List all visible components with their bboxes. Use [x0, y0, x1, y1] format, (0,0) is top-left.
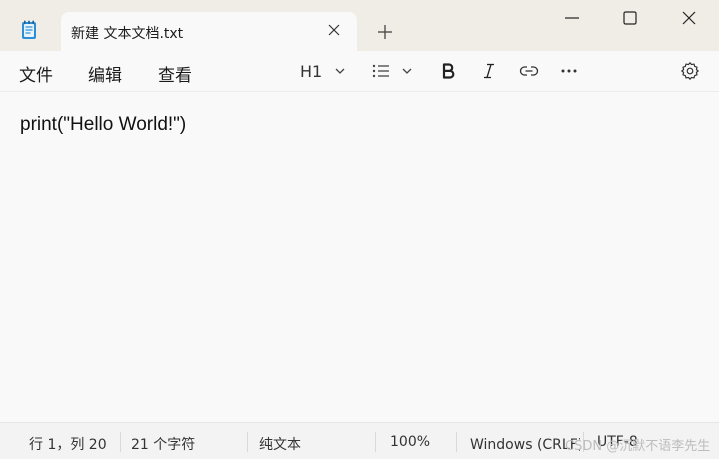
menu-edit[interactable]: 编辑 — [88, 61, 122, 86]
status-divider — [247, 432, 248, 452]
notepad-window: 新建 文本文档.txt 文件 编辑 查看 H1 print("Hello Wor… — [0, 0, 719, 459]
status-bar: 行 1，列 20 21 个字符 纯文本 100% Windows (CRLF) … — [0, 422, 719, 459]
editor-content[interactable]: print("Hello World!") — [20, 114, 186, 136]
minimize-icon[interactable] — [560, 8, 584, 28]
more-icon[interactable] — [560, 60, 578, 82]
editor-area[interactable]: print("Hello World!") — [0, 92, 719, 422]
menu-view[interactable]: 查看 — [158, 61, 192, 86]
menu-bar: 文件 编辑 查看 H1 — [0, 51, 719, 92]
line-ending[interactable]: Windows (CRLF) — [470, 437, 580, 453]
cursor-position: 行 1，列 20 — [29, 437, 107, 453]
tab-title: 新建 文本文档.txt — [71, 26, 184, 42]
notepad-icon — [18, 19, 40, 41]
heading-dropdown[interactable]: H1 — [300, 60, 346, 82]
menu-file[interactable]: 文件 — [19, 61, 53, 86]
chevron-down-icon — [401, 65, 413, 77]
line-ending-wrapper: Windows (CRLF) — [470, 434, 580, 453]
chevron-down-icon — [334, 65, 346, 77]
bold-icon[interactable] — [439, 60, 457, 82]
character-count: 21 个字符 — [131, 437, 196, 453]
heading-label: H1 — [300, 61, 323, 81]
status-divider — [456, 432, 457, 452]
title-bar: 新建 文本文档.txt — [0, 0, 719, 51]
maximize-icon[interactable] — [618, 8, 642, 28]
list-dropdown[interactable] — [371, 60, 413, 82]
zoom-level[interactable]: 100% — [390, 434, 430, 450]
close-icon[interactable] — [677, 8, 701, 28]
italic-icon[interactable] — [480, 60, 498, 82]
list-icon — [371, 63, 391, 79]
watermark: CSDN @沉默不语李先生 — [565, 439, 711, 454]
link-icon[interactable] — [519, 60, 539, 82]
document-tab[interactable]: 新建 文本文档.txt — [61, 12, 357, 51]
status-divider — [375, 432, 376, 452]
text-format[interactable]: 纯文本 — [259, 434, 301, 454]
status-divider — [120, 432, 121, 452]
new-tab-plus-icon[interactable] — [376, 23, 394, 41]
settings-icon[interactable] — [680, 60, 700, 82]
tab-close-icon[interactable] — [325, 21, 343, 39]
